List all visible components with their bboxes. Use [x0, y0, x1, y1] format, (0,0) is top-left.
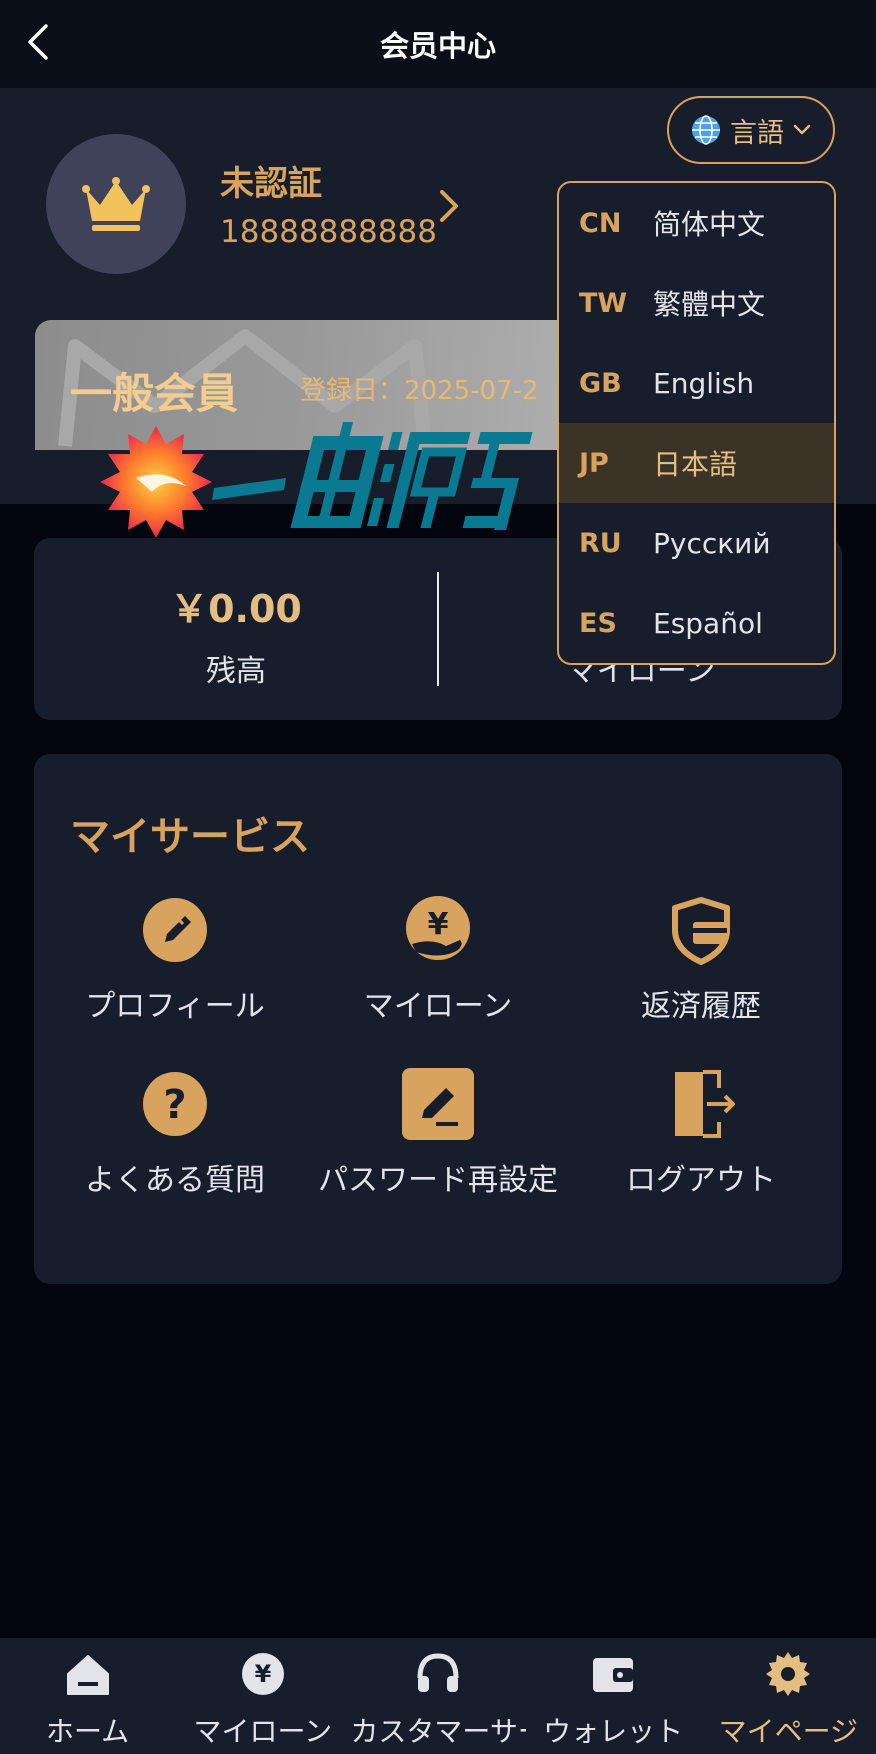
service-label: ログアウト [626, 1163, 776, 1198]
language-option-es[interactable]: ES Español [559, 583, 834, 663]
language-name: Español [653, 606, 763, 640]
nav-label: ウォレット [543, 1715, 684, 1748]
nav-label: ホーム [46, 1715, 130, 1748]
edit-circle-icon [143, 898, 207, 962]
language-code: ES [579, 607, 617, 639]
language-name: 日本語 [653, 448, 738, 481]
nav-my-loan[interactable]: ¥ マイローン [175, 1638, 350, 1754]
language-code: JP [579, 447, 609, 479]
member-center-page: 会员中心 未認証 18888888888 言語 一般会員 登録日：2025-07… [0, 0, 876, 1754]
service-label: マイローン [363, 989, 513, 1024]
service-faq[interactable]: ? よくある質問 [45, 1068, 305, 1204]
page-title: 会员中心 [379, 29, 496, 63]
language-code: RU [579, 527, 622, 559]
balance-value: ￥0.00 [170, 587, 302, 631]
chevron-right-icon [440, 190, 458, 222]
service-my-loan[interactable]: ¥ マイローン [308, 894, 568, 1030]
language-menu: CN 简体中文 TW 繁體中文 GB English JP 日本語 RU Рус… [557, 181, 836, 665]
nav-label: マイローン [193, 1715, 333, 1748]
nav-mypage[interactable]: マイページ [701, 1638, 876, 1754]
wallet-icon [593, 1658, 634, 1692]
top-bar: 会员中心 [0, 0, 876, 88]
profile-detail-button[interactable] [436, 186, 462, 226]
verification-status[interactable]: 未認証 [220, 156, 322, 205]
svg-text:¥: ¥ [428, 907, 449, 942]
chevron-down-icon [793, 124, 811, 135]
language-option-ru[interactable]: RU Русский [559, 503, 834, 583]
nav-customer-service[interactable]: カスタマーサービス [350, 1638, 526, 1754]
nav-label: カスタマーサービス [350, 1715, 525, 1748]
member-level: 一般会員 [70, 369, 239, 418]
question-icon: ? [143, 1072, 207, 1136]
bottom-nav: ホーム ¥ マイローン カスタマーサービス ウォレット [0, 1638, 876, 1754]
language-name: Русский [653, 526, 771, 560]
balance-label: 残高 [206, 654, 266, 689]
language-name: English [653, 366, 755, 400]
service-label: パスワード再設定 [318, 1163, 558, 1198]
language-button[interactable]: 言語 [667, 96, 835, 164]
language-option-gb[interactable]: GB English [559, 343, 834, 423]
headset-icon [417, 1653, 459, 1692]
logout-icon [675, 1070, 735, 1138]
svg-text:?: ? [163, 1082, 186, 1128]
language-name: 繁體中文 [653, 288, 766, 321]
user-phone: 18888888888 [220, 214, 437, 250]
language-code: GB [579, 367, 622, 399]
service-logout[interactable]: ログアウト [571, 1068, 831, 1204]
avatar[interactable] [46, 134, 186, 274]
nav-home[interactable]: ホーム [0, 1638, 175, 1754]
home-icon [66, 1655, 109, 1695]
language-option-cn[interactable]: CN 简体中文 [559, 183, 834, 263]
registration-date: 登録日：2025-07-2 [300, 376, 539, 406]
yen-hand-icon: ¥ [406, 896, 470, 960]
globe-icon [692, 115, 720, 145]
site-logo-watermark [100, 422, 533, 538]
service-label: プロフィール [85, 989, 265, 1024]
language-option-jp[interactable]: JP 日本語 [559, 423, 834, 503]
service-password-reset[interactable]: パスワード再設定 [308, 1068, 568, 1204]
back-button[interactable] [22, 22, 58, 62]
language-code: CN [579, 207, 622, 239]
language-name: 简体中文 [653, 208, 766, 241]
chevron-left-icon [28, 24, 48, 60]
shield-card-icon [672, 897, 730, 965]
service-label: よくある質問 [85, 1163, 265, 1198]
my-services-card: マイサービス プロフィール ¥ マイローン 返済履歴 ? よくある質問 パスワー… [34, 754, 842, 1284]
language-option-tw[interactable]: TW 繁體中文 [559, 263, 834, 343]
section-title: マイサービス [70, 814, 310, 860]
nav-wallet[interactable]: ウォレット [526, 1638, 701, 1754]
service-label: 返済履歴 [641, 989, 761, 1024]
gear-icon [766, 1652, 811, 1696]
svg-text:¥: ¥ [254, 1660, 271, 1688]
balance-section[interactable]: ￥0.00 残高 [34, 538, 438, 720]
language-label: 言語 [730, 117, 784, 149]
service-repayment-history[interactable]: 返済履歴 [571, 894, 831, 1030]
language-code: TW [579, 287, 628, 319]
nav-label: マイページ [718, 1715, 859, 1748]
yen-coin-icon: ¥ [241, 1653, 284, 1695]
service-profile[interactable]: プロフィール [45, 894, 305, 1030]
pencil-square-icon [402, 1068, 474, 1140]
divider [437, 572, 439, 686]
crown-icon [82, 177, 150, 231]
